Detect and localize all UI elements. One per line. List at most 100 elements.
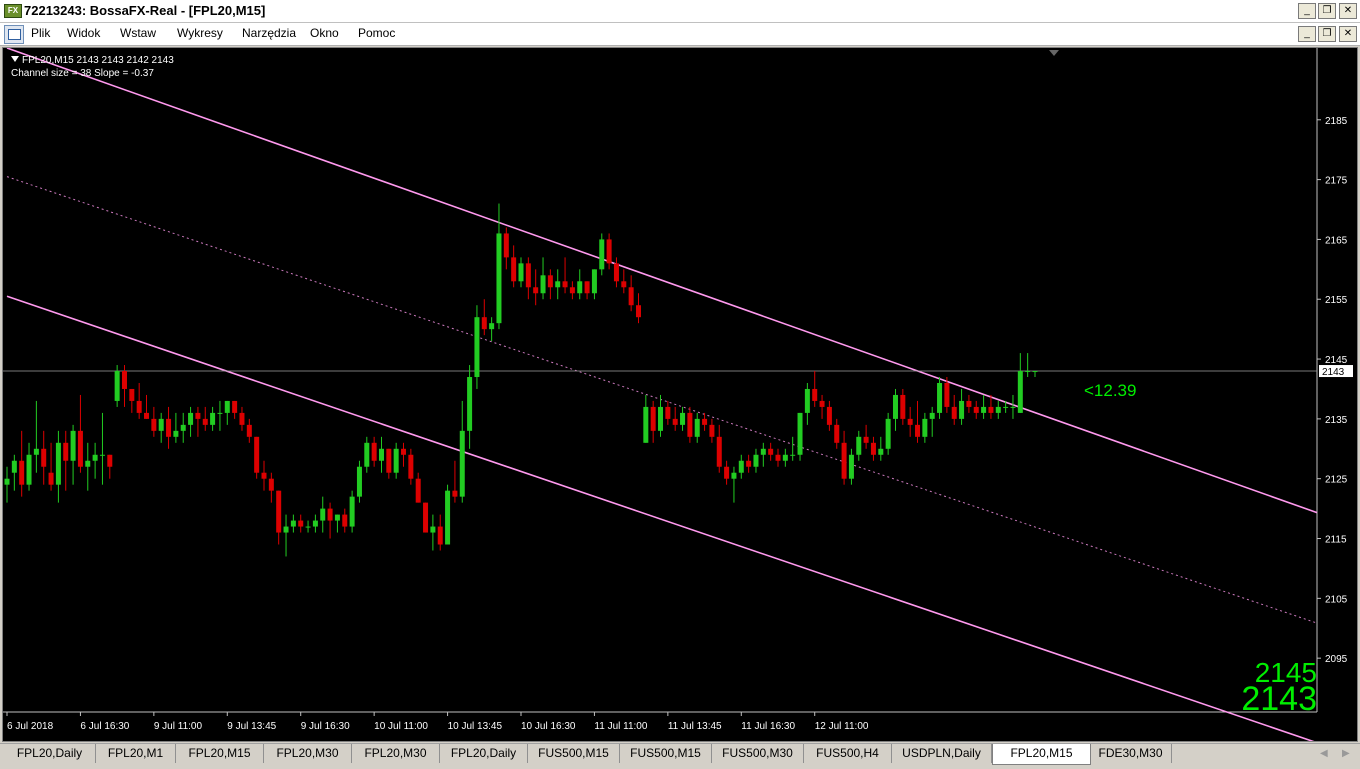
candle-body (55, 442, 61, 485)
menu-insert[interactable]: Wstaw (120, 26, 156, 40)
x-tick-label: 11 Jul 13:45 (668, 721, 722, 732)
menu-charts[interactable]: Wykresy (177, 26, 223, 40)
candle-body (1025, 371, 1031, 373)
tab-scroll-left-icon[interactable]: ◀ (1320, 748, 1328, 759)
menu-view[interactable]: Widok (67, 26, 100, 40)
candle-body (878, 448, 884, 455)
candle-body (224, 400, 230, 413)
candle-body (158, 418, 164, 431)
candle-body (151, 418, 157, 431)
collapse-triangle-icon[interactable] (11, 56, 19, 62)
candle-body (716, 436, 722, 467)
candle-body (99, 454, 105, 456)
candle-body (760, 448, 766, 455)
close-button[interactable]: ✕ (1339, 3, 1357, 19)
shift-marker-icon[interactable] (1049, 50, 1059, 56)
chart-window-icon[interactable] (4, 25, 24, 44)
candle-body (966, 400, 972, 407)
candle-body (232, 400, 238, 413)
chart-window[interactable]: 2185 2175 2165 2155 2145 2135 2125 2115 2105 2095… (2, 47, 1358, 742)
price-chart[interactable]: 2185 2175 2165 2155 2145 2135 2125 2115 2105 2095… (3, 48, 1357, 741)
candle-body (973, 406, 979, 413)
candle-body (121, 371, 127, 389)
y-tick-label: 2105 (1325, 594, 1348, 605)
candle-body (658, 406, 664, 431)
candle-body (834, 424, 840, 443)
y-tick-label: 2175 (1325, 176, 1348, 187)
candle-body (489, 323, 495, 330)
candle-body (599, 239, 605, 270)
candle-body (41, 448, 47, 467)
candle-body (503, 233, 509, 258)
y-tick-label: 2115 (1325, 535, 1347, 546)
candle-body (577, 281, 583, 294)
candle-body (826, 406, 832, 425)
x-tick-label: 10 Jul 11:00 (374, 721, 428, 732)
chart-tab-bar: FPL20,Daily FPL20,M1 FPL20,M15 FPL20,M30 FPL… (0, 743, 1360, 769)
candle-body (731, 472, 737, 479)
tab-fus500-h4-9[interactable]: FUS500,H4 (804, 744, 892, 763)
candle-body (496, 233, 502, 324)
candle-body (33, 448, 39, 455)
tab-scroll-right-icon[interactable]: ▶ (1342, 748, 1350, 759)
tab-fus500-m15-6[interactable]: FUS500,M15 (528, 744, 620, 763)
candle-body (569, 287, 575, 294)
tab-fpl20-m30-3[interactable]: FPL20,M30 (264, 744, 352, 763)
channel-lower-line[interactable] (6, 295, 1317, 741)
candle-body (180, 424, 186, 431)
candle-body (217, 412, 223, 414)
menu-tools[interactable]: Narzędzia (242, 26, 296, 40)
candle-body (870, 442, 876, 455)
candle-body (349, 496, 355, 527)
candle-body (863, 436, 869, 443)
restore-button[interactable]: ❐ (1318, 3, 1336, 19)
menu-file[interactable]: Plik (31, 26, 50, 40)
app-icon: FX (4, 4, 22, 18)
candle-body (951, 406, 957, 419)
tab-usdpln-daily-10[interactable]: USDPLN,Daily (892, 744, 992, 763)
candle-body (188, 412, 194, 425)
y-tick-label: 2145 (1325, 355, 1348, 366)
candle-body (393, 448, 399, 473)
candle-body (687, 412, 693, 437)
tab-fpl20-daily-5[interactable]: FPL20,Daily (440, 744, 528, 763)
candle-body (48, 472, 54, 485)
tab-fpl20-m15-11[interactable]: FPL20,M15 (992, 744, 1091, 765)
tab-fus500-m15-7[interactable]: FUS500,M15 (620, 744, 712, 763)
candle-body (70, 430, 76, 461)
tab-fpl20-m1-1[interactable]: FPL20,M1 (96, 744, 176, 763)
tab-fde30-m30-12[interactable]: FDE30,M30 (1090, 744, 1172, 763)
candle-body (1010, 406, 1016, 408)
candle-body (922, 418, 928, 437)
channel-upper-line[interactable] (6, 48, 1318, 514)
x-tick-label: 11 Jul 16:30 (741, 721, 795, 732)
chart-info: FPL20,M15 2143 2143 2142 2143 Channel si… (11, 54, 174, 80)
tab-fus500-m30-8[interactable]: FUS500,M30 (712, 744, 804, 763)
y-tick-label: 2125 (1325, 475, 1348, 486)
child-minimize-button[interactable]: _ (1298, 26, 1316, 42)
child-restore-button[interactable]: ❐ (1318, 26, 1336, 42)
candle-body (606, 239, 612, 264)
candle-body (305, 526, 311, 528)
candle-body (246, 424, 252, 437)
tab-fpl20-m30-4[interactable]: FPL20,M30 (352, 744, 440, 763)
candle-body (298, 520, 304, 527)
candle-body (342, 514, 348, 527)
minimize-button[interactable]: _ (1298, 3, 1316, 19)
candle-body (481, 317, 487, 330)
candle-body (937, 382, 943, 413)
candle-body (283, 526, 289, 533)
candle-body (423, 502, 429, 533)
candle-body (1032, 371, 1038, 373)
tab-fpl20-daily-0[interactable]: FPL20,Daily (4, 744, 96, 763)
menu-help[interactable]: Pomoc (358, 26, 395, 40)
candle-body (210, 412, 216, 425)
candle-body (929, 412, 935, 419)
candle-body (621, 281, 627, 288)
candle-body (907, 418, 913, 425)
menu-window[interactable]: Okno (310, 26, 339, 40)
tab-fpl20-m15-2[interactable]: FPL20,M15 (176, 744, 264, 763)
candle-body (276, 490, 282, 533)
child-close-button[interactable]: ✕ (1339, 26, 1357, 42)
x-tick-label: 10 Jul 16:30 (521, 721, 576, 732)
